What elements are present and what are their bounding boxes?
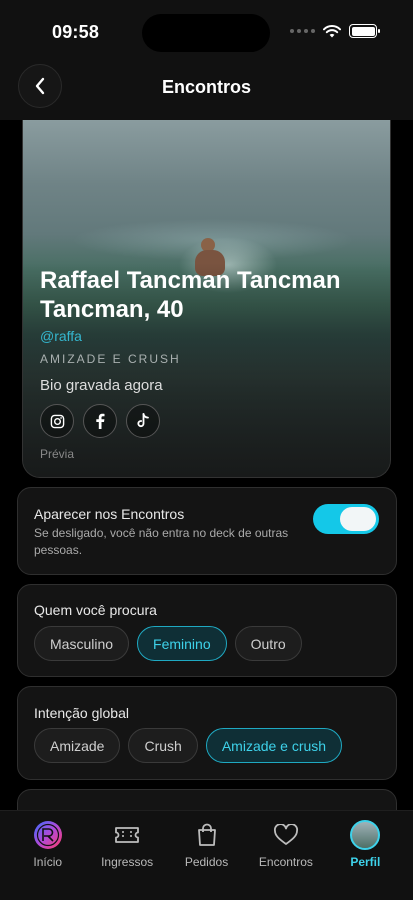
visibility-title: Aparecer nos Encontros [34,506,185,522]
profile-preview-card: Raffael Tancman Tancman Tancman, 40 @raf… [22,120,391,478]
intention-options: Amizade Crush Amizade e crush [34,728,343,763]
dynamic-island [142,14,270,52]
profile-handle[interactable]: @raffa [40,328,82,344]
tab-label: Ingressos [101,855,154,869]
chip-crush[interactable]: Crush [128,728,198,763]
ticket-icon [115,827,140,843]
tab-inicio[interactable]: Início [8,821,87,900]
social-links [40,404,160,438]
facebook-button[interactable] [83,404,117,438]
tab-ingressos[interactable]: Ingressos [87,821,166,900]
status-icons [290,24,380,38]
looking-for-title: Quem você procura [34,602,157,618]
tab-label: Perfil [350,855,381,869]
chip-amizade[interactable]: Amizade [34,728,121,763]
tab-encontros[interactable]: Encontros [246,821,325,900]
tab-label: Pedidos [184,855,229,869]
bag-icon [197,823,216,846]
chip-amizade-e-crush[interactable]: Amizade e crush [205,728,343,763]
signal-icon [290,29,315,33]
global-intention-panel: Intenção global Amizade Crush Amizade e … [17,686,397,780]
heart-icon [273,824,298,845]
scroll-content[interactable]: Raffael Tancman Tancman Tancman, 40 @raf… [0,120,413,810]
visibility-toggle[interactable] [313,504,379,534]
chip-outro[interactable]: Outro [234,626,302,661]
facebook-icon [96,413,105,429]
instagram-icon [50,414,64,428]
instagram-button[interactable] [40,404,74,438]
battery-icon [349,24,380,38]
status-bar: 09:58 [0,0,413,62]
visibility-panel: Aparecer nos Encontros Se desligado, voc… [17,487,397,575]
page-title: Encontros [161,77,251,97]
tab-perfil[interactable]: Perfil [326,820,405,900]
tab-label: Encontros [258,855,313,869]
profile-bio: Bio gravada agora [40,377,163,394]
tab-bar: Início Ingressos Pedidos Encontros Perfi… [0,810,413,900]
wifi-icon [323,24,341,37]
preview-label: Prévia [40,447,75,461]
nav-bar: Encontros [0,62,413,120]
visibility-description: Se desligado, você não entra no deck de … [34,526,289,557]
logo-icon [33,821,62,849]
looking-for-panel: Quem você procura Masculino Feminino Out… [17,584,397,677]
gender-options: Masculino Feminino Outro [34,626,302,661]
chip-masculino[interactable]: Masculino [34,626,130,661]
chip-feminino[interactable]: Feminino [137,626,227,661]
tiktok-button[interactable] [126,404,160,438]
tab-pedidos[interactable]: Pedidos [167,821,246,900]
profile-intention: AMIZADE E CRUSH [40,352,181,366]
tab-label: Início [33,855,63,869]
global-intention-title: Intenção global [34,705,129,721]
profile-name: Raffael Tancman Tancman Tancman, 40 [40,267,341,323]
status-time: 09:58 [52,22,100,42]
next-panel [17,789,397,810]
tiktok-icon [137,413,149,428]
avatar [350,820,381,850]
